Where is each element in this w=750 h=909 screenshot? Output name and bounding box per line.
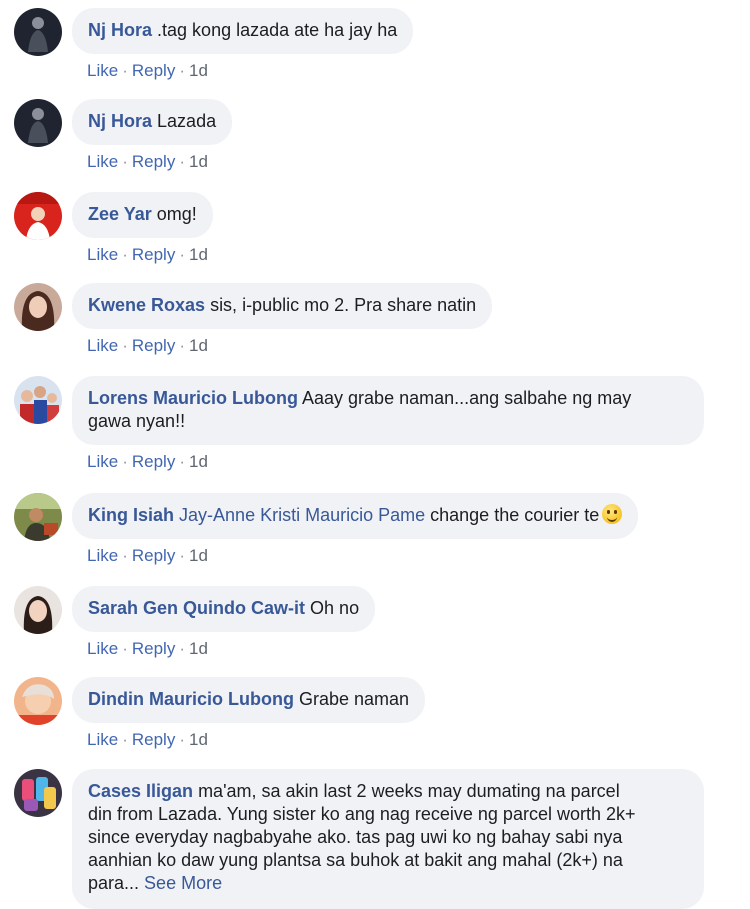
comment-bubble: Lorens Mauricio Lubong Aaay grabe naman.… [72,376,704,445]
comment-text: gawa nyan!! [88,411,186,431]
tagged-user-link[interactable]: Jay-Anne Kristi Mauricio Pame [179,505,425,525]
comment-bubble: Zee Yar omg! [72,192,213,238]
avatar[interactable] [14,769,62,817]
like-button[interactable]: Like [87,61,118,80]
comment-text: ma'am, sa akin last 2 weeks may dumating… [198,781,620,801]
comment-timestamp[interactable]: 1d [189,336,208,355]
like-button[interactable]: Like [87,730,118,749]
reply-button[interactable]: Reply [132,452,175,471]
comment-actions: Like · Reply · 1d [87,61,208,80]
avatar[interactable] [14,677,62,725]
comment-actions: Like · Reply · 1d [87,639,208,658]
comment-bubble: Nj Hora .tag kong lazada ate ha jay ha [72,8,414,54]
avatar-outdoor-icon [14,493,62,541]
comment-bubble: Sarah Gen Quindo Caw-it Oh no [72,586,376,632]
avatar-child-icon [14,677,62,725]
comment-text: Oh no [310,598,360,618]
reply-button[interactable]: Reply [132,61,175,80]
comment-text: para... [88,873,140,893]
comment-actions: Like · Reply · 1d [87,452,208,471]
like-button[interactable]: Like [87,639,118,658]
avatar[interactable] [14,493,62,541]
comment-text: Grabe naman [299,689,410,709]
comment-text: sis, i-public mo 2. Pra share natin [210,295,477,315]
comment-text: .tag kong lazada ate ha jay ha [157,20,398,40]
smiley-emoji-icon [602,504,623,524]
comment-text: aanhian ko daw yung plantsa sa buhok at … [88,850,623,870]
comment-text: Lazada [157,111,217,131]
reply-button[interactable]: Reply [132,152,175,171]
see-more-link[interactable]: See More [144,873,222,893]
comment-author[interactable]: Zee Yar [88,204,152,224]
like-button[interactable]: Like [87,336,118,355]
comment-actions: Like · Reply · 1d [87,730,208,749]
reply-button[interactable]: Reply [132,245,175,264]
avatar-dark-figure-icon [14,99,62,147]
comment-timestamp[interactable]: 1d [189,245,208,264]
reply-button[interactable]: Reply [132,639,175,658]
comment-author[interactable]: Sarah Gen Quindo Caw-it [88,598,305,618]
like-button[interactable]: Like [87,452,118,471]
avatar-dark-figure-icon [14,8,62,56]
comment-timestamp[interactable]: 1d [189,546,208,565]
avatar[interactable] [14,8,62,56]
comment-actions: Like · Reply · 1d [87,546,208,565]
comment-author[interactable]: Cases Iligan [88,781,193,801]
comment-timestamp[interactable]: 1d [189,61,208,80]
reply-button[interactable]: Reply [132,546,175,565]
comment-actions: Like · Reply · 1d [87,245,208,264]
comment-bubble: Kwene Roxas sis, i-public mo 2. Pra shar… [72,283,493,329]
avatar[interactable] [14,376,62,424]
avatar-red-icon [14,192,62,240]
comment-author[interactable]: Dindin Mauricio Lubong [88,689,294,709]
avatar[interactable] [14,283,62,331]
reply-button[interactable]: Reply [132,336,175,355]
comment-timestamp[interactable]: 1d [189,452,208,471]
comment-author[interactable]: Lorens Mauricio Lubong [88,388,298,408]
comment-text: din from Lazada. Yung sister ko ang nag … [88,804,636,824]
comment-text: since everyday nagbabyahe ako. tas pag u… [88,827,623,847]
avatar[interactable] [14,586,62,634]
comment-bubble: Nj Hora Lazada [72,99,233,145]
comment-actions: Like · Reply · 1d [87,152,208,171]
avatar[interactable] [14,192,62,240]
like-button[interactable]: Like [87,546,118,565]
like-button[interactable]: Like [87,245,118,264]
comment-timestamp[interactable]: 1d [189,730,208,749]
comment-text: Aaay grabe naman...ang salbahe ng may [302,388,632,408]
comment-bubble: Dindin Mauricio Lubong Grabe naman [72,677,426,723]
comment-author[interactable]: Nj Hora [88,20,152,40]
comment-text: omg! [156,204,197,224]
avatar-group-icon [14,376,62,424]
reply-button[interactable]: Reply [132,730,175,749]
comment-author[interactable]: King Isiah [88,505,174,525]
like-button[interactable]: Like [87,152,118,171]
comment-author[interactable]: Nj Hora [88,111,152,131]
comment-timestamp[interactable]: 1d [189,639,208,658]
comment-text: change the courier te [430,505,600,525]
comment-actions: Like · Reply · 1d [87,336,208,355]
avatar[interactable] [14,99,62,147]
comment-bubble: Cases Iligan ma'am, sa akin last 2 weeks… [72,769,704,909]
comment-author[interactable]: Kwene Roxas [88,295,205,315]
comment-timestamp[interactable]: 1d [189,152,208,171]
avatar-portrait-icon [14,283,62,331]
comment-bubble: King Isiah Jay-Anne Kristi Mauricio Pame… [72,493,639,539]
avatar-phone-cases-icon [14,769,62,817]
avatar-portrait-light-icon [14,586,62,634]
